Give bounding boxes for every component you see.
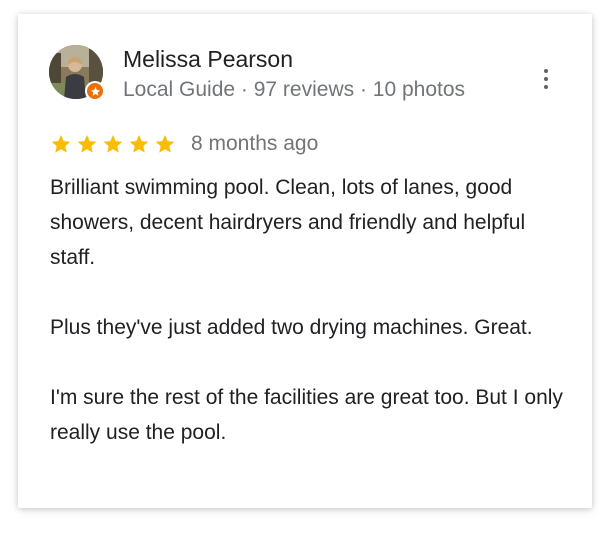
star-rating [50, 133, 176, 155]
more-vert-icon [544, 69, 548, 73]
review-text: Brilliant swimming pool. Clean, lots of … [50, 170, 570, 450]
reviewer-meta[interactable]: Local Guide · 97 reviews · 10 photos [123, 78, 465, 102]
local-guide-badge [85, 81, 105, 101]
star-icon [129, 135, 149, 153]
more-vert-icon-dot [544, 85, 548, 89]
star-icon [155, 135, 175, 153]
rating-row: 8 months ago [50, 132, 318, 156]
review-paragraph: I'm sure the rest of the facilities are … [50, 386, 563, 444]
reviewer-name[interactable]: Melissa Pearson [123, 46, 293, 73]
more-options-button[interactable] [534, 64, 558, 94]
star-icon [51, 135, 71, 153]
review-date: 8 months ago [191, 132, 319, 155]
review-paragraph: Brilliant swimming pool. Clean, lots of … [50, 176, 526, 269]
review-card: Melissa Pearson Local Guide · 97 reviews… [18, 14, 592, 508]
review-paragraph: Plus they've just added two drying machi… [50, 316, 533, 339]
more-vert-icon-dot [544, 77, 548, 81]
star-icon [103, 135, 123, 153]
local-guide-star-icon [87, 83, 103, 99]
star-icon [77, 135, 97, 153]
reviewer-avatar[interactable] [49, 45, 105, 101]
